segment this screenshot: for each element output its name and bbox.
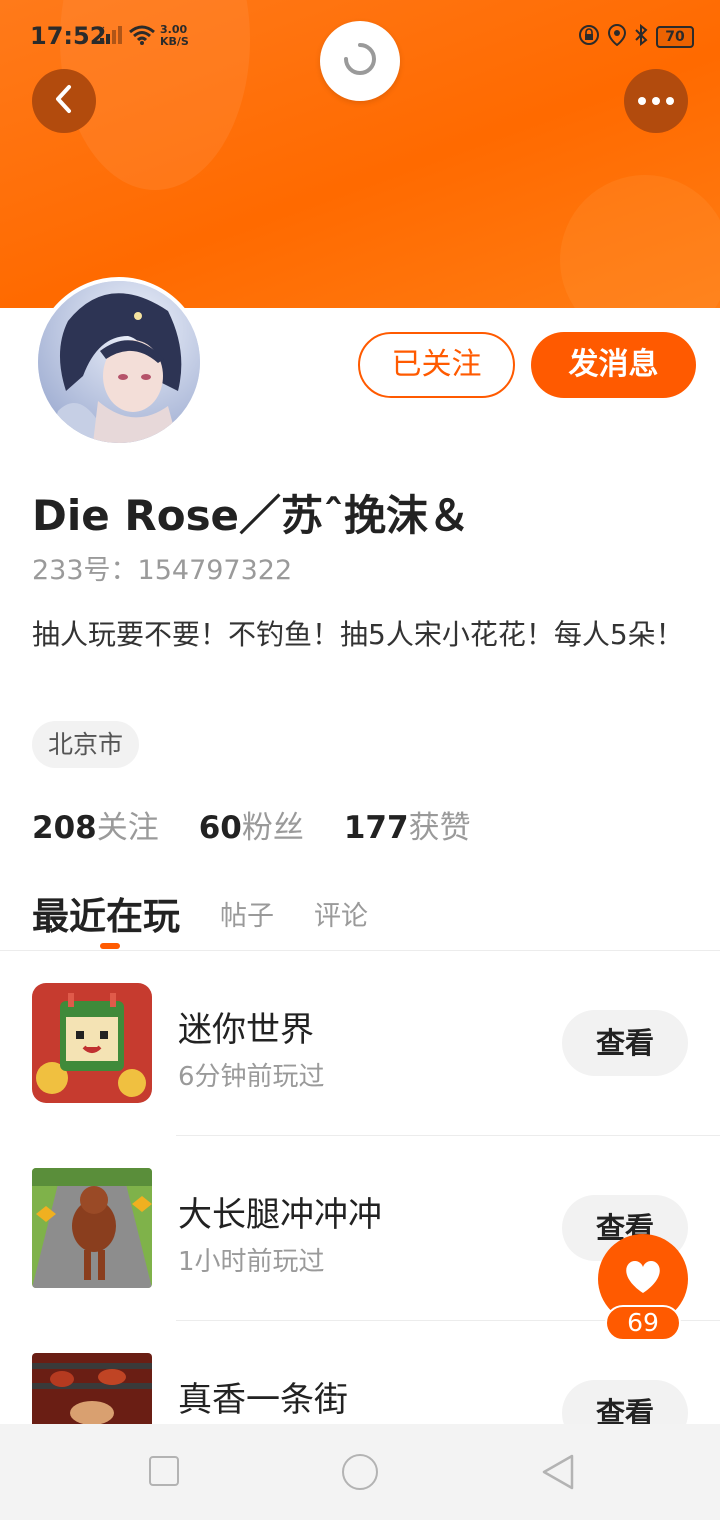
heart-icon	[623, 1259, 663, 1299]
avatar[interactable]	[34, 277, 204, 447]
user-name: Die Rose／苏ˆ挽沫＆	[32, 491, 471, 540]
stat-fans[interactable]: 60粉丝	[199, 802, 304, 847]
bluetooth-icon	[634, 23, 648, 50]
tab-posts[interactable]: 帖子	[220, 892, 274, 942]
stat-likes[interactable]: 177获赞	[344, 802, 471, 847]
refresh-button[interactable]	[320, 21, 400, 101]
user-id: 233号：154797322	[32, 555, 293, 586]
view-button[interactable]: 查看	[562, 1380, 688, 1424]
user-bio: 抽人玩要不要！不钓鱼！抽5人宋小花花！每人5朵！	[32, 618, 684, 651]
game-icon-zhenxiang-street	[32, 1353, 152, 1424]
location-icon	[607, 23, 627, 50]
game-name: 迷你世界	[178, 1010, 314, 1050]
tab-recently-played[interactable]: 最近在玩	[32, 892, 180, 942]
like-count: 69	[605, 1305, 681, 1341]
refresh-icon	[338, 37, 382, 85]
back-icon[interactable]	[540, 1452, 576, 1496]
header-decoration	[560, 175, 720, 308]
lock-rotation-icon	[578, 24, 600, 50]
game-icon-long-legs	[32, 1168, 152, 1288]
stat-label: 获赞	[408, 810, 471, 846]
net-speed: 3.00 KB/S	[160, 24, 189, 48]
stat-number: 208	[32, 810, 97, 846]
signal-icon: ×	[98, 24, 124, 50]
recent-apps-icon[interactable]	[149, 1456, 179, 1486]
stat-following[interactable]: 208关注	[32, 802, 159, 847]
game-list-item[interactable]: 迷你世界 6分钟前玩过 查看	[0, 950, 720, 1135]
battery-icon: 70	[656, 26, 694, 48]
net-speed-unit: KB/S	[160, 35, 189, 48]
stat-label: 关注	[96, 810, 159, 846]
game-icon-mini-world	[32, 983, 152, 1103]
more-dots-icon	[638, 97, 674, 105]
stat-number: 177	[343, 810, 409, 846]
active-tab-indicator	[100, 943, 120, 949]
game-name: 真香一条街	[178, 1380, 348, 1420]
home-icon[interactable]	[342, 1454, 378, 1490]
game-name: 大长腿冲冲冲	[178, 1195, 382, 1235]
more-button[interactable]	[624, 69, 688, 133]
profile-tabs: 最近在玩 帖子 评论	[32, 882, 408, 942]
tab-comments[interactable]: 评论	[314, 892, 368, 942]
stat-number: 60	[198, 810, 242, 846]
stat-label: 粉丝	[241, 810, 304, 846]
system-nav-bar	[0, 1424, 720, 1520]
send-message-button[interactable]: 发消息	[531, 332, 696, 398]
view-button[interactable]: 查看	[562, 1010, 688, 1076]
wifi-icon	[128, 24, 156, 50]
back-button[interactable]	[32, 69, 96, 133]
svg-text:×: ×	[98, 25, 106, 35]
status-time: 17:52	[30, 22, 107, 50]
user-stats: 208关注 60粉丝 177获赞	[32, 802, 471, 847]
chevron-left-icon	[52, 83, 76, 119]
location-tag: 北京市	[32, 721, 140, 768]
game-played-time: 1小时前玩过	[178, 1247, 325, 1277]
status-icons: 70	[578, 23, 694, 50]
followed-button[interactable]: 已关注	[358, 332, 515, 398]
game-played-time: 6分钟前玩过	[178, 1062, 325, 1092]
